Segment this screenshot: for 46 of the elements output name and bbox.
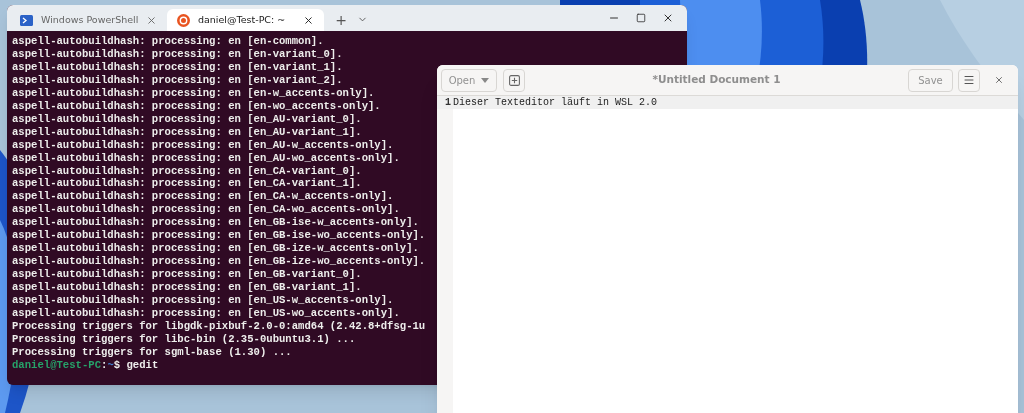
- terminal-line: Processing triggers for libgdk-pixbuf-2.0-0:amd64 (2.42.8+dfsg-1u: [12, 319, 426, 333]
- terminal-line: aspell-autobuildhash: processing: en [en_AU-w_accents-only].: [12, 138, 394, 152]
- terminal-line: Processing triggers for sgml-base (1.30) ...: [12, 345, 292, 359]
- document-title: *Untitled Document 1: [652, 72, 781, 88]
- terminal-line: aspell-autobuildhash: processing: en [en_GB-ize-wo_accents-only].: [12, 255, 426, 269]
- tab-title: Windows PowerShell: [41, 12, 139, 27]
- terminal-line: aspell-autobuildhash: processing: en [en_CA-variant_1].: [12, 177, 362, 191]
- terminal-line: aspell-autobuildhash: processing: en [en_GB-variant_1].: [12, 281, 362, 295]
- circle-logo-icon: [177, 13, 190, 27]
- terminal-line: aspell-autobuildhash: processing: en [en_AU-variant_0].: [12, 112, 362, 126]
- terminal-line: aspell-autobuildhash: processing: en [en_GB-variant_0].: [12, 268, 362, 282]
- shell-prompt: daniel@Test-PC:~$ gedit: [12, 358, 159, 372]
- terminal-line: aspell-autobuildhash: processing: en [en_GB-ise-wo_accents-only].: [12, 229, 426, 243]
- line-number: 1: [444, 96, 452, 110]
- terminal-icon: [20, 14, 33, 26]
- terminal-line: aspell-autobuildhash: processing: en [en-variant_2].: [12, 73, 343, 87]
- close-icon[interactable]: [303, 14, 314, 26]
- terminal-line: aspell-autobuildhash: processing: en [en_GB-ize-w_accents-only].: [12, 242, 419, 256]
- menu-button[interactable]: [958, 68, 980, 92]
- terminal-line: aspell-autobuildhash: processing: en [en-variant_1].: [12, 60, 343, 74]
- terminal-line: aspell-autobuildhash: processing: en [en-wo_accents-only].: [12, 99, 381, 113]
- tab-title: daniel@Test-PC: ~: [198, 12, 287, 27]
- terminal-line: aspell-autobuildhash: processing: en [en-variant_0].: [12, 47, 343, 61]
- terminal-tab[interactable]: Windows PowerShell: [10, 9, 167, 31]
- terminal-line: aspell-autobuildhash: processing: en [en_CA-variant_0].: [12, 164, 362, 178]
- menu-icon: [963, 74, 975, 86]
- terminal-line: aspell-autobuildhash: processing: en [en_CA-wo_accents-only].: [12, 203, 400, 217]
- terminal-line: aspell-autobuildhash: processing: en [en-common].: [12, 35, 324, 48]
- terminal-line: aspell-autobuildhash: processing: en [en_GB-ise-w_accents-only].: [12, 216, 419, 230]
- save-button[interactable]: Save: [908, 68, 953, 92]
- plus-square-icon: [508, 74, 520, 86]
- terminal-line: aspell-autobuildhash: processing: en [en-w_accents-only].: [12, 86, 375, 100]
- document-text: Dieser Texteditor läuft in WSL 2.0: [453, 96, 658, 110]
- terminal-tab[interactable]: daniel@Test-PC: ~: [167, 9, 324, 31]
- terminal-line: aspell-autobuildhash: processing: en [en_US-w_accents-only].: [12, 294, 394, 307]
- terminal-line: aspell-autobuildhash: processing: en [en_AU-variant_1].: [12, 125, 362, 139]
- close-icon[interactable]: [662, 12, 674, 24]
- terminal-line: aspell-autobuildhash: processing: en [en_AU-wo_accents-only].: [12, 151, 400, 165]
- terminal-line: Processing triggers for libc-bin (2.35-0ubuntu3.1) ...: [12, 332, 356, 346]
- terminal-line: aspell-autobuildhash: processing: en [en_CA-w_accents-only].: [12, 190, 394, 204]
- new-document-button[interactable]: [503, 68, 525, 92]
- terminal-line: aspell-autobuildhash: processing: en [en_US-wo_accents-only].: [12, 307, 400, 320]
- dropdown-arrow-icon: [481, 77, 490, 83]
- maximize-icon[interactable]: [636, 13, 646, 23]
- open-button[interactable]: Open: [441, 68, 497, 92]
- new-tab-button[interactable]: +: [328, 9, 354, 31]
